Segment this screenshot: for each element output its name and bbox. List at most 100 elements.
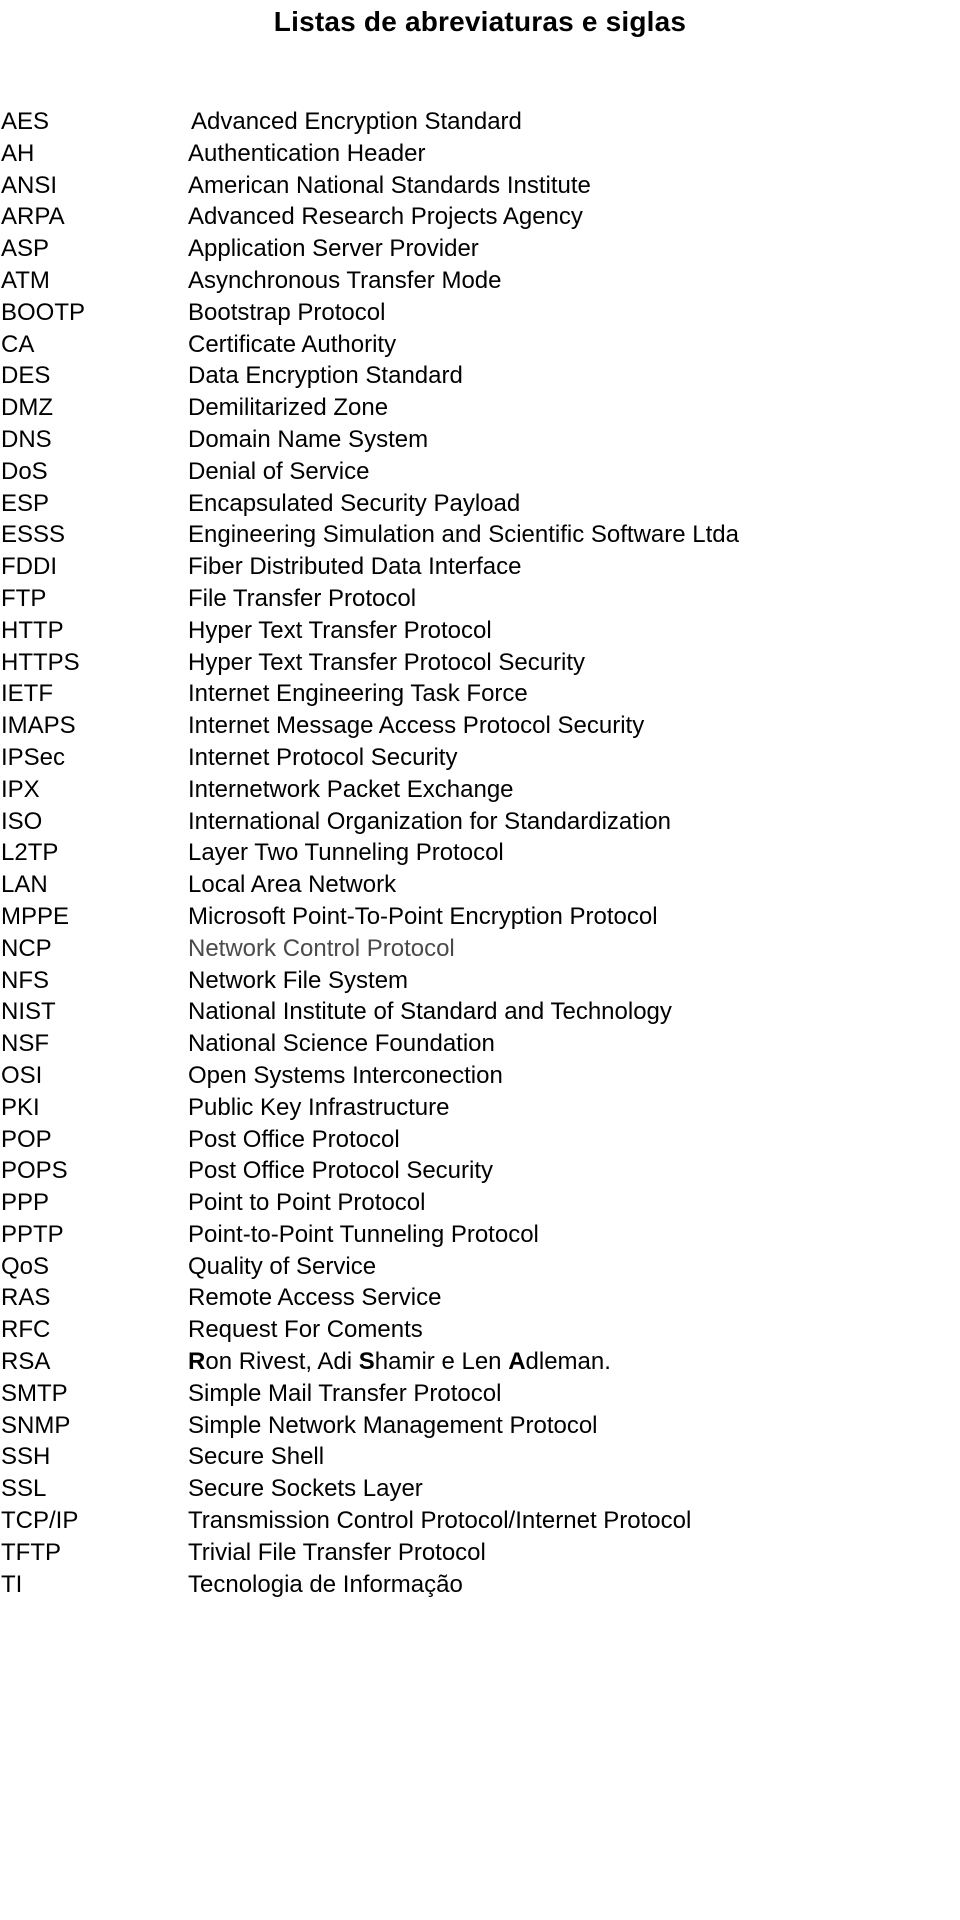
- abbreviation-row: NFS Network File System: [0, 965, 960, 997]
- abbreviations-list: AES Advanced Encryption Standard AH Authent…: [0, 106, 960, 1600]
- abbreviation-row: IPX Internetwork Packet Exchange: [0, 774, 960, 806]
- abbreviation-term: IETF: [1, 680, 53, 708]
- abbreviation-definition: Certificate Authority: [188, 330, 397, 358]
- abbreviation-definition: Advanced Encryption Standard: [191, 108, 522, 135]
- abbreviation-row: RSA Ron Rivest, Adi Shamir e Len Adleman.: [0, 1346, 960, 1378]
- abbreviation-term: RAS: [1, 1284, 51, 1312]
- abbreviation-definition: National Science Foundation: [188, 1030, 495, 1058]
- abbreviation-term: TFTP: [1, 1538, 61, 1566]
- abbreviation-definition: Request For Coments: [188, 1316, 423, 1344]
- abbreviation-definition: Application Server Provider: [188, 235, 479, 263]
- page-title: Listas de abreviaturas e siglas: [273, 6, 687, 37]
- abbreviation-definition: Bootstrap Protocol: [188, 298, 386, 326]
- abbreviation-definition: Simple Mail Transfer Protocol: [188, 1379, 502, 1407]
- abbreviation-term: ATM: [1, 266, 50, 294]
- abbreviation-definition: Transmission Control Protocol/Internet P…: [188, 1507, 692, 1535]
- abbreviation-definition: Data Encryption Standard: [188, 362, 463, 390]
- abbreviation-row: SMTP Simple Mail Transfer Protocol: [0, 1378, 960, 1410]
- abbreviation-term: HTTPS: [1, 648, 80, 676]
- abbreviation-row: SSL Secure Sockets Layer: [0, 1473, 960, 1505]
- abbreviation-row: ESSS Engineering Simulation and Scientifi…: [0, 519, 960, 551]
- abbreviation-term: POPS: [1, 1157, 68, 1185]
- abbreviation-term: SMTP: [1, 1379, 68, 1407]
- abbreviation-definition: International Organization for Standardi…: [188, 807, 671, 835]
- abbreviation-term: ESP: [1, 489, 50, 517]
- abbreviation-term: POP: [1, 1125, 52, 1153]
- abbreviation-term: IPSec: [1, 743, 66, 771]
- abbreviation-term: RFC: [1, 1316, 51, 1344]
- abbreviation-term: NSF: [1, 1030, 49, 1058]
- document-page: Listas de abreviaturas e siglas AES Advan…: [0, 0, 960, 1920]
- abbreviation-definition: Microsoft Point-To-Point Encryption Prot…: [188, 902, 658, 930]
- abbreviation-row: SSH Secure Shell: [0, 1441, 960, 1473]
- abbreviation-term: DMZ: [1, 394, 53, 422]
- abbreviation-definition: Hyper Text Transfer Protocol: [188, 616, 492, 644]
- abbreviation-row: IETF Internet Engineering Task Force: [0, 678, 960, 710]
- abbreviation-definition: Demilitarized Zone: [188, 394, 389, 422]
- abbreviation-definition: Layer Two Tunneling Protocol: [188, 839, 504, 867]
- abbreviation-term: TI: [1, 1570, 23, 1598]
- abbreviation-definition: Authentication Header: [188, 139, 426, 167]
- abbreviation-definition: Open Systems Interconection: [188, 1061, 503, 1089]
- abbreviation-row: RAS Remote Access Service: [0, 1282, 960, 1314]
- abbreviation-row: HTTPS Hyper Text Transfer Protocol Securi…: [0, 647, 960, 679]
- abbreviation-row: MPPE Microsoft Point-To-Point Encryption …: [0, 901, 960, 933]
- abbreviation-term: HTTP: [1, 616, 64, 644]
- abbreviation-definition: Network File System: [188, 966, 409, 994]
- abbreviation-term: CA: [1, 330, 35, 358]
- abbreviation-row: ANSI American National Standards Institut…: [0, 170, 960, 202]
- abbreviation-term: BOOTP: [1, 298, 86, 326]
- abbreviation-row: ESP Encapsulated Security Payload: [0, 488, 960, 520]
- abbreviation-term: QoS: [1, 1252, 50, 1280]
- abbreviation-definition: Quality of Service: [188, 1252, 377, 1280]
- abbreviation-row: OSI Open Systems Interconection: [0, 1060, 960, 1092]
- abbreviation-row: DMZ Demilitarized Zone: [0, 392, 960, 424]
- abbreviation-row: TI Tecnologia de Informação: [0, 1569, 960, 1601]
- abbreviation-row: FTP File Transfer Protocol: [0, 583, 960, 615]
- abbreviation-term: L2TP: [1, 839, 59, 867]
- abbreviation-term: FTP: [1, 584, 47, 612]
- abbreviation-row: DNS Domain Name System: [0, 424, 960, 456]
- abbreviation-definition: Engineering Simulation and Scientific So…: [188, 521, 739, 549]
- abbreviation-row: DoS Denial of Service: [0, 456, 960, 488]
- abbreviation-term: PPTP: [1, 1220, 64, 1248]
- abbreviation-definition: Tecnologia de Informação: [188, 1570, 463, 1598]
- abbreviation-definition: File Transfer Protocol: [188, 584, 417, 612]
- abbreviation-definition: Network Control Protocol: [188, 934, 455, 962]
- abbreviation-term: RSA: [1, 1348, 51, 1376]
- abbreviation-row: PPP Point to Point Protocol: [0, 1187, 960, 1219]
- abbreviation-term: NFS: [1, 966, 49, 994]
- abbreviation-row: BOOTP Bootstrap Protocol: [0, 297, 960, 329]
- abbreviation-term: SSH: [1, 1443, 51, 1471]
- abbreviation-definition: Trivial File Transfer Protocol: [188, 1538, 486, 1566]
- abbreviation-row: ISO International Organization for Standa…: [0, 806, 960, 838]
- abbreviation-definition: Local Area Network: [188, 871, 397, 899]
- abbreviation-definition: Point-to-Point Tunneling Protocol: [188, 1220, 539, 1248]
- abbreviation-row: NIST National Institute of Standard and T…: [0, 996, 960, 1028]
- abbreviation-term: ARPA: [1, 203, 65, 231]
- abbreviation-row: NSF National Science Foundation: [0, 1028, 960, 1060]
- abbreviation-definition: Domain Name System: [188, 425, 429, 453]
- abbreviation-term: ANSI: [1, 171, 58, 199]
- abbreviation-definition: Advanced Research Projects Agency: [188, 203, 583, 231]
- abbreviation-term: AH: [1, 139, 35, 167]
- abbreviation-row: FDDI Fiber Distributed Data Interface: [0, 551, 960, 583]
- abbreviation-row: IPSec Internet Protocol Security: [0, 742, 960, 774]
- abbreviation-definition: Denial of Service: [188, 457, 370, 485]
- abbreviation-row: TFTP Trivial File Transfer Protocol: [0, 1537, 960, 1569]
- abbreviation-row: AES Advanced Encryption Standard: [0, 106, 960, 138]
- abbreviation-definition: Internet Engineering Task Force: [188, 680, 528, 708]
- abbreviation-row: SNMP Simple Network Management Protocol: [0, 1410, 960, 1442]
- abbreviation-term: PKI: [1, 1093, 40, 1121]
- abbreviation-row: ARPA Advanced Research Projects Agency: [0, 201, 960, 233]
- abbreviation-definition: National Institute of Standard and Techn…: [188, 998, 672, 1026]
- abbreviation-row: IMAPS Internet Message Access Protocol Se…: [0, 710, 960, 742]
- abbreviation-row: CA Certificate Authority: [0, 329, 960, 361]
- abbreviation-definition: Remote Access Service: [188, 1284, 442, 1312]
- abbreviation-row: TCP/IP Transmission Control Protocol/Inte…: [0, 1505, 960, 1537]
- abbreviation-term: DoS: [1, 457, 48, 485]
- abbreviation-definition: Public Key Infrastructure: [188, 1093, 450, 1121]
- abbreviation-term: MPPE: [1, 902, 70, 930]
- abbreviation-term: DES: [1, 362, 51, 390]
- abbreviation-row: L2TP Layer Two Tunneling Protocol: [0, 837, 960, 869]
